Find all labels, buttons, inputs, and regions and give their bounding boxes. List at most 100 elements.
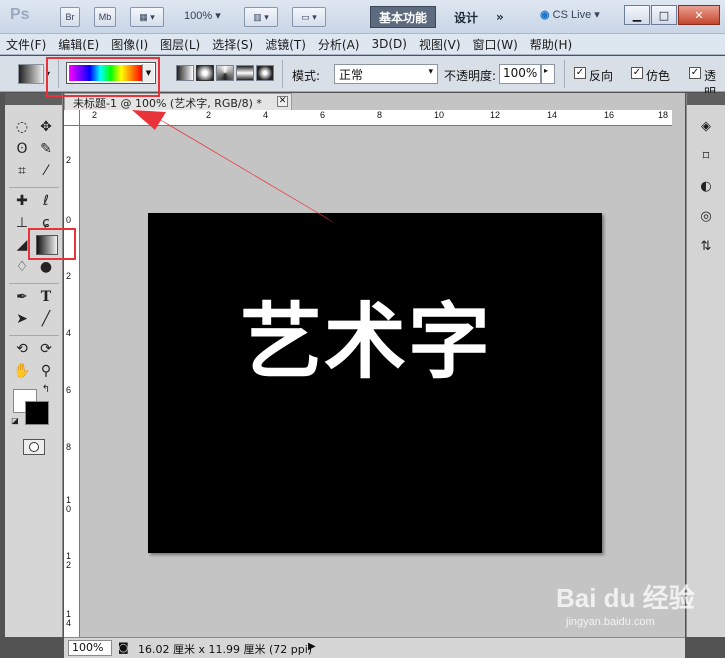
chevron-right-icon[interactable]: ▶ [308, 641, 316, 652]
diamond-gradient-button[interactable] [256, 65, 274, 81]
masks-panel-icon[interactable]: ◎ [696, 209, 716, 227]
reflected-gradient-button[interactable] [236, 65, 254, 81]
zoom-level-dropdown[interactable]: 100% ▾ [184, 9, 221, 22]
history-panel-icon[interactable]: ⇅ [696, 239, 716, 257]
transform-panel-icon[interactable]: ⌑ [696, 149, 716, 167]
menu-help[interactable]: 帮助(H) [530, 36, 572, 53]
mini-bridge-button[interactable]: Mb [94, 7, 116, 27]
tool-preset-picker[interactable] [18, 64, 44, 84]
menu-bar: 文件(F) 编辑(E) 图像(I) 图层(L) 选择(S) 滤镜(T) 分析(A… [0, 34, 725, 55]
dither-checkbox[interactable]: ✓ [631, 67, 643, 79]
menu-select[interactable]: 选择(S) [212, 36, 253, 53]
radial-gradient-button[interactable] [196, 65, 214, 81]
minimize-button[interactable]: ▁ [624, 5, 650, 25]
panel-dock-header[interactable] [687, 93, 725, 105]
layers-panel-icon[interactable]: ◈ [696, 119, 716, 137]
adjustments-panel-icon[interactable]: ◐ [696, 179, 716, 197]
healing-brush-tool-icon[interactable]: ✚ [11, 191, 33, 211]
cs-live-icon: ◉ [540, 9, 550, 21]
pen-tool-icon[interactable]: ✒ [11, 287, 33, 307]
quick-mask-button[interactable] [23, 439, 45, 455]
type-tool-icon[interactable]: T [35, 287, 57, 307]
default-colors-icon[interactable]: ◪ [9, 415, 21, 427]
menu-image[interactable]: 图像(I) [111, 36, 148, 53]
move-tool-icon[interactable]: ✥ [35, 117, 57, 137]
ruler-tick: 2 [66, 155, 72, 165]
linear-gradient-button[interactable] [176, 65, 194, 81]
quick-mask-icon [29, 442, 39, 452]
canvas-art-text: 艺术字 [240, 295, 493, 390]
arrange-documents-button[interactable]: ▥ ▾ [244, 7, 278, 27]
divider [282, 60, 283, 88]
maximize-button[interactable]: □ [651, 5, 677, 25]
bridge-button[interactable]: Br [60, 7, 80, 27]
opacity-slider-button[interactable]: ▸ [541, 64, 555, 84]
crop-tool-icon[interactable]: ⌗ [11, 161, 33, 181]
path-selection-tool-icon[interactable]: ➤ [11, 309, 33, 329]
opacity-input[interactable]: 100% [499, 64, 541, 84]
ruler-tick: 14 [66, 609, 72, 628]
swap-colors-icon[interactable]: ↰ [39, 383, 53, 397]
lasso-tool-icon[interactable]: ʘ [11, 139, 33, 159]
maximize-icon: □ [658, 8, 670, 22]
mode-label: 模式: [292, 69, 321, 83]
opacity-value: 100% [503, 66, 538, 80]
workspace-essentials-button[interactable]: 基本功能 [370, 6, 437, 28]
dodge-tool-icon[interactable]: ● [35, 257, 57, 277]
hand-tool-icon[interactable]: ✋ [11, 361, 33, 381]
screen-mode-icon: ▭ ▾ [301, 11, 317, 22]
chevron-right-icon: ▸ [544, 66, 549, 75]
reverse-checkbox[interactable]: ✓ [574, 67, 586, 79]
panel-dock: ◈ ⌑ ◐ ◎ ⇅ [686, 93, 725, 637]
ruler-tick: 12 [66, 551, 72, 570]
ruler-tick: 6 [66, 385, 72, 395]
angle-gradient-button[interactable] [216, 65, 234, 81]
close-document-icon[interactable]: ✕ [277, 96, 288, 107]
view-extras-button[interactable]: ▦ ▾ [130, 7, 164, 27]
workspace-design-button[interactable]: 设计 [446, 6, 486, 28]
menu-filter[interactable]: 滤镜(T) [265, 36, 306, 53]
divider [564, 60, 565, 88]
menu-file[interactable]: 文件(F) [6, 36, 46, 53]
menu-analysis[interactable]: 分析(A) [318, 36, 360, 53]
document-canvas[interactable]: 艺术字 [148, 213, 602, 553]
ruler-tick: 0 [66, 215, 72, 225]
mode-value: 正常 [339, 68, 364, 82]
menu-window[interactable]: 窗口(W) [473, 36, 518, 53]
line-tool-icon[interactable]: ╱ [35, 309, 57, 329]
3d-rotate-tool-icon[interactable]: ⟲ [11, 339, 33, 359]
background-color-swatch[interactable] [25, 401, 49, 425]
quick-select-tool-icon[interactable]: ✎ [35, 139, 57, 159]
mode-select[interactable]: 正常 ▾ [334, 64, 438, 84]
marquee-tool-icon[interactable]: ◌ [11, 117, 33, 137]
menu-edit[interactable]: 编辑(E) [58, 36, 99, 53]
ruler-tick: 4 [263, 110, 269, 120]
blur-tool-icon[interactable]: ♢ [11, 257, 33, 277]
eyedropper-tool-icon[interactable]: ⁄ [35, 161, 57, 181]
menu-3d[interactable]: 3D(D) [371, 37, 406, 51]
close-icon: ✕ [694, 8, 704, 22]
document-tab-title: 未标题-1 @ 100% (艺术字, RGB/8) * [73, 97, 262, 110]
reverse-label: 反向 [589, 69, 614, 83]
more-workspaces-button[interactable]: » [488, 6, 512, 28]
ruler-tick: 4 [66, 328, 72, 338]
status-zoom-input[interactable]: 100% [68, 640, 112, 656]
cs-live-label: CS Live [552, 9, 592, 21]
photoshop-logo: Ps [10, 6, 30, 23]
ruler-tick: 0 [150, 110, 156, 120]
cs-live-button[interactable]: ◉ CS Live ▾ [540, 8, 600, 21]
film-icon: ▦ ▾ [139, 11, 155, 22]
3d-orbit-tool-icon[interactable]: ⟳ [35, 339, 57, 359]
minimize-icon: ▁ [632, 8, 642, 22]
screen-mode-button[interactable]: ▭ ▾ [292, 7, 326, 27]
zoom-tool-icon[interactable]: ⚲ [35, 361, 57, 381]
close-button[interactable]: ✕ [678, 5, 720, 25]
menu-layer[interactable]: 图层(L) [160, 36, 200, 53]
status-menu-icon[interactable]: ◙ [118, 641, 129, 654]
document-info: 16.02 厘米 x 11.99 厘米 (72 ppi) [138, 643, 313, 656]
toolbox: ◌ ✥ ʘ ✎ ⌗ ⁄ ✚ ℓ ⊥ ɕ ◢ ♢ ● ✒ T ➤ ╱ ⟲ ⟳ ✋ … [5, 93, 63, 637]
transparency-checkbox[interactable]: ✓ [689, 67, 701, 79]
opacity-label: 不透明度: [444, 69, 497, 83]
menu-view[interactable]: 视图(V) [419, 36, 461, 53]
brush-tool-icon[interactable]: ℓ [35, 191, 57, 211]
